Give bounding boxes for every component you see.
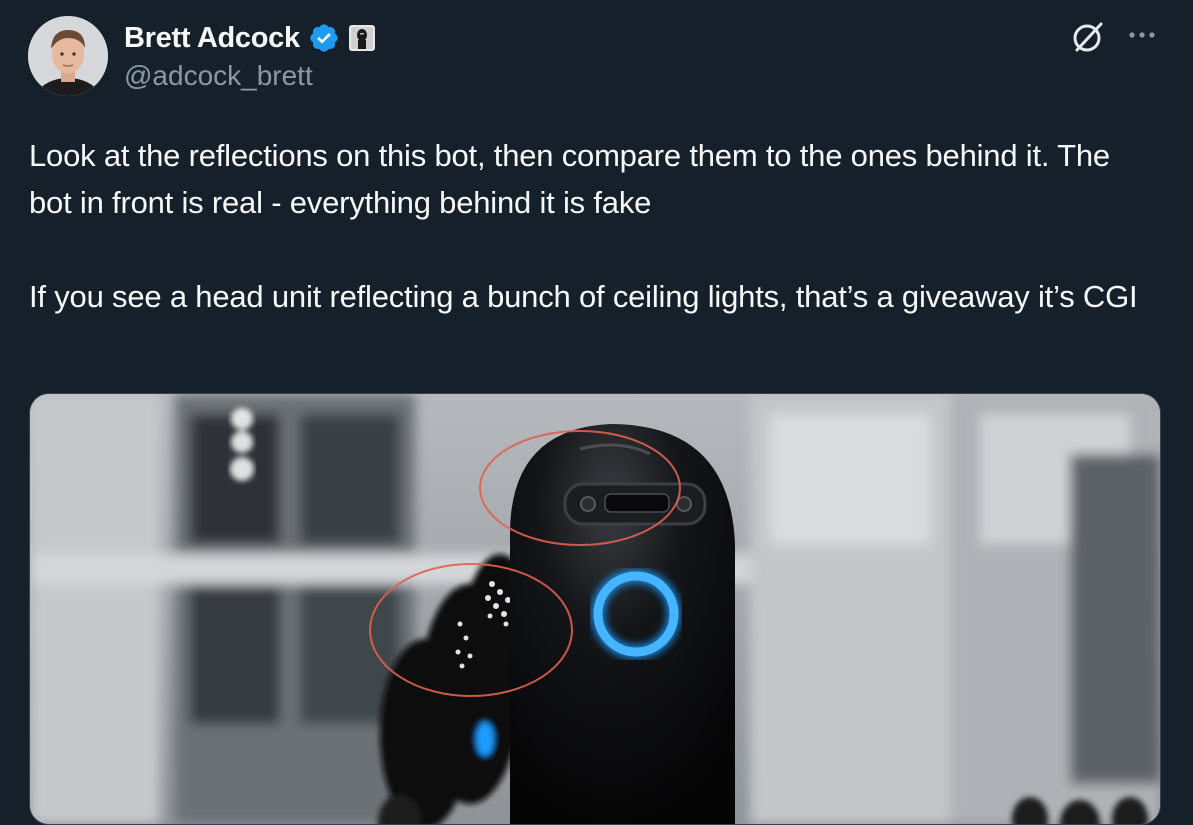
robot-photo [30, 394, 1160, 824]
tweet-text: Look at the reflections on this bot, the… [29, 132, 1149, 320]
grok-icon[interactable] [1071, 20, 1105, 54]
avatar-image [28, 16, 108, 96]
affiliation-badge-icon[interactable] [348, 24, 376, 52]
author-name-row: Brett Adcock [124, 18, 376, 58]
author-handle[interactable]: @adcock_brett [124, 60, 313, 92]
author-display-name[interactable]: Brett Adcock [124, 22, 300, 55]
tweet-paragraph: Look at the reflections on this bot, the… [29, 138, 1110, 220]
verified-badge-icon[interactable] [308, 22, 340, 54]
tweet-media-image[interactable] [29, 393, 1161, 825]
tweet-paragraph: If you see a head unit reflecting a bunc… [29, 279, 1138, 314]
author-avatar[interactable] [28, 16, 108, 96]
more-icon[interactable] [1124, 24, 1160, 46]
